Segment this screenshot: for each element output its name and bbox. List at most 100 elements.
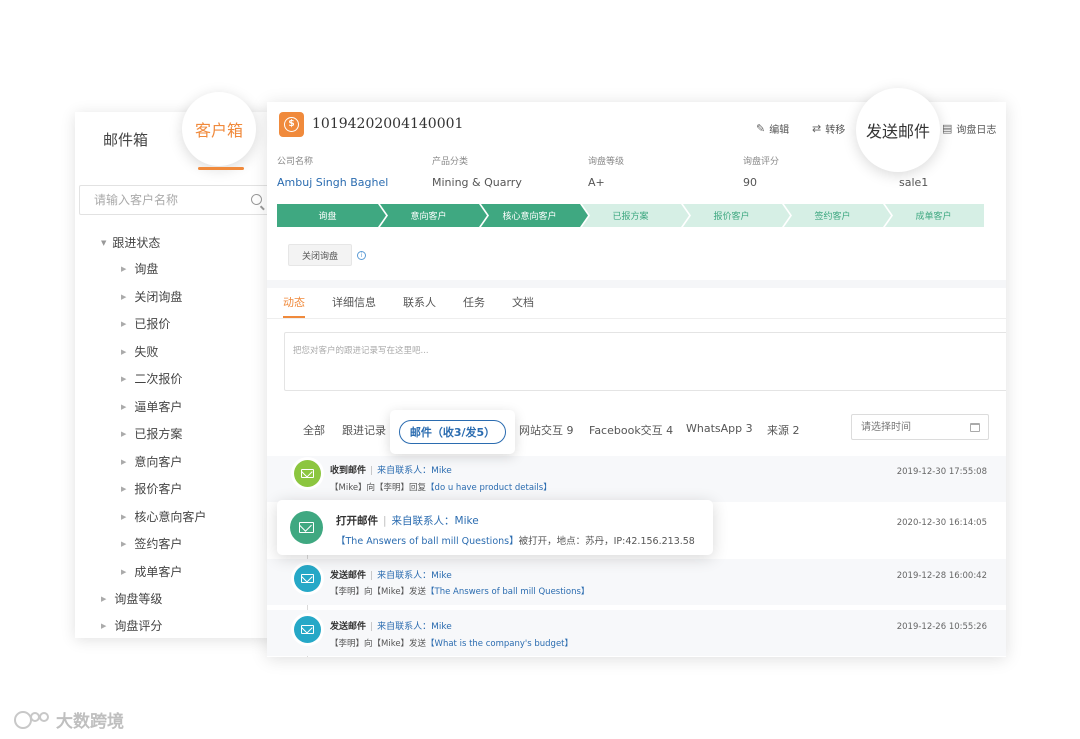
stage-inquiry[interactable]: 询盘 [277,204,378,227]
edit-button[interactable]: ✎ 编辑 [756,121,789,136]
feed-contact[interactable]: 来自联系人：Mike [377,571,452,581]
tree-item-closed-inquiry[interactable]: ▶ 关闭询盘 [121,288,206,316]
feed-type: 发送邮件 [330,622,367,632]
tab-contacts[interactable]: 联系人 [403,294,436,310]
label-inquiry-score: 询盘评分 [743,157,780,167]
filter-all[interactable]: 全部 [303,422,325,438]
feed-mail-link[interactable]: 【What is the company's budget】 [426,639,573,649]
feed-item[interactable]: 收到邮件 | 来自联系人：Mike 【Mike】向【李明】回复【do u have … [267,456,1006,502]
section-divider [267,280,1006,288]
feed-contact[interactable]: 来自联系人：Mike [377,622,452,632]
tab-mailbox[interactable]: 邮件箱 [103,129,148,150]
tabs-divider [267,318,1006,319]
feed-mail-link[interactable]: 【do u have product details】 [426,483,552,493]
feed-time: 2019-12-26 10:55:26 [896,622,987,632]
caret-right-icon: ▶ [121,457,127,466]
envelope-send-icon [294,565,321,592]
close-inquiry-button[interactable]: 关闭询盘 [288,244,352,266]
date-picker-input[interactable] [852,415,962,440]
info-icon[interactable]: i [357,251,366,260]
stage-label: 意向客户 [410,212,447,222]
tree-item-signed[interactable]: ▶ 签约客户 [121,535,206,563]
filter-mail-pill[interactable]: 邮件（收3/发5） [398,420,507,444]
feed-time: 2019-12-30 17:55:08 [896,467,987,477]
calendar-icon[interactable] [970,423,980,432]
follow-up-note-box[interactable] [284,332,1006,391]
send-mail-callout[interactable]: 发送邮件 [856,88,940,172]
tab-customer-box[interactable]: 客户箱 [195,117,243,141]
customer-search-input[interactable] [80,186,230,214]
feed-desc-text: 【李明】向【Mike】发送 [330,587,427,597]
label-product-category: 产品分类 [432,157,469,167]
send-mail-button[interactable]: 发送邮件 [866,118,930,142]
tree-item-quoted[interactable]: ▶ 已报价 [121,315,206,343]
tab-activity[interactable]: 动态 [283,294,305,310]
tab-tasks[interactable]: 任务 [463,294,485,310]
tree-item-quote-customer[interactable]: ▶ 报价客户 [121,480,206,508]
caret-right-icon: ▶ [121,320,127,328]
inquiry-score-value: 90 [743,176,757,189]
inquiry-log-button[interactable]: ▤ 询盘日志 [942,121,996,136]
stage-signed[interactable]: 签约客户 [782,204,883,227]
follow-up-note-input[interactable] [285,333,1006,390]
feed-title: 发送邮件 | 来自联系人：Mike [330,619,452,632]
tree-item-closed-deal[interactable]: ▶ 成单客户 [121,563,206,591]
tree-item-intent[interactable]: ▶ 意向客户 [121,453,206,481]
tree-inquiry-score[interactable]: ▶ 询盘评分 [101,617,162,634]
tree-item-core-intent[interactable]: ▶ 核心意向客户 [121,508,206,536]
envelope-icon [290,511,323,544]
envelope-open-icon [294,460,321,487]
tree-item-failed[interactable]: ▶ 失败 [121,343,206,371]
customer-search-box[interactable] [79,185,271,215]
stage-core-intent[interactable]: 核心意向客户 [479,204,580,227]
caret-right-icon: ▶ [121,292,127,301]
feed-mail-link[interactable]: 【The Answers of ball mill Questions】 [336,536,519,547]
transfer-button[interactable]: ⇄ 转移 [812,121,845,136]
feed-type: 打开邮件 [336,515,378,527]
filter-follow-up[interactable]: 跟进记录 [342,422,386,438]
company-name-link[interactable]: Ambuj Singh Baghel [277,176,388,189]
tree-item-label: 询盘等级 [114,592,163,606]
stage-intent[interactable]: 意向客户 [378,204,479,227]
feed-mail-link[interactable]: 【The Answers of ball mill Questions】 [426,587,589,597]
stage-quote-customer[interactable]: 报价客户 [681,204,782,227]
envelope-send-icon [294,616,321,643]
feed-item[interactable]: 发送邮件 | 来自联系人：Mike 【李明】向【Mike】发送【The Answer… [267,559,1006,605]
stage-closed-deal[interactable]: 成单客户 [883,204,984,227]
feed-desc: 【Mike】向【李明】回复【do u have product details】 [330,481,552,493]
feed-desc-text: 【李明】向【Mike】发送 [330,639,427,649]
caret-right-icon: ▶ [121,540,127,548]
tree-inquiry-grade[interactable]: ▶ 询盘等级 [101,590,162,607]
date-picker[interactable] [851,414,989,440]
caret-right-icon: ▶ [121,567,127,576]
transfer-label: 转移 [825,125,846,136]
customer-box-tab-callout[interactable]: 客户箱 [182,92,256,166]
tree-item-second-quote[interactable]: ▶ 二次报价 [121,370,206,398]
stage-plan-sent[interactable]: 已报方案 [580,204,681,227]
tree-item-label: 意向客户 [134,454,183,469]
tree-item-plan-sent[interactable]: ▶ 已报方案 [121,425,206,453]
feed-contact[interactable]: 来自联系人：Mike [377,466,452,476]
opened-mail-callout[interactable]: 打开邮件 | 来自联系人：Mike 【The Answers of ball mil… [277,500,713,555]
tree-item-label: 签约客户 [134,537,183,551]
tree-follow-status[interactable]: ▼ 跟进状态 [101,234,160,251]
tree-item-inquiry[interactable]: ▶ 询盘 [121,260,206,288]
stage-label: 签约客户 [814,212,851,222]
search-icon[interactable] [251,194,262,205]
feed-item[interactable]: 发送邮件 | 来自联系人：Mike 【李明】向【Mike】发送【What is th… [267,610,1006,656]
filter-website[interactable]: 网站交互 9 [519,422,574,438]
watermark: 大数跨境 [12,707,124,732]
tree-item-label: 询盘 [134,262,159,276]
tab-documents[interactable]: 文档 [512,294,534,310]
feed-contact[interactable]: 来自联系人：Mike [392,515,479,527]
watermark-text: 大数跨境 [56,712,124,732]
watermark-logo-icon [14,710,49,729]
tab-details[interactable]: 详细信息 [332,294,376,310]
feed-type: 发送邮件 [330,571,367,581]
customer-sidebar: 邮件箱 ▼ 跟进状态 ▶ 询盘 ▶ 关闭询盘 ▶ 已报价 ▶ 失败 ▶ 二次报价 ▶ 逼单客户… [75,112,275,638]
tree-item-pressing[interactable]: ▶ 逼单客户 [121,398,206,426]
filter-facebook[interactable]: Facebook交互 4 [589,422,673,438]
filter-whatsapp[interactable]: WhatsApp 3 [686,422,753,435]
filter-source[interactable]: 来源 2 [767,422,800,438]
transfer-arrows-icon: ⇄ [812,122,822,135]
